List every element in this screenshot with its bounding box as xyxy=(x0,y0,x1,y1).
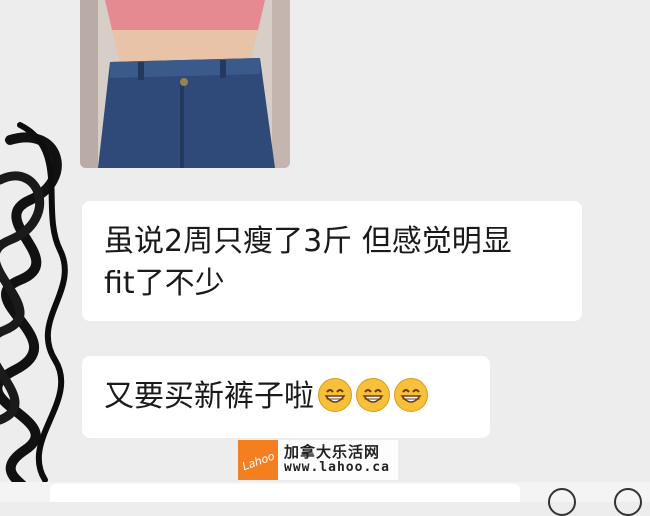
message-input[interactable] xyxy=(50,484,520,502)
chat-text-message[interactable]: 虽说2周只瘦了3斤 但感觉明显 fit了不少 xyxy=(82,201,582,321)
redacted-avatar-scribble xyxy=(0,122,68,502)
svg-text:Lahoo: Lahoo xyxy=(241,450,277,474)
grinning-face-icon xyxy=(318,377,352,412)
watermark-site-name: 加拿大乐活网 xyxy=(284,443,381,461)
emoji-button-icon[interactable] xyxy=(548,488,576,516)
chat-image-message[interactable] xyxy=(80,0,290,168)
photo-torso-jeans xyxy=(80,0,290,168)
message-line: fit了不少 xyxy=(104,266,225,301)
message-text: 又要买新裤子啦 xyxy=(104,379,314,414)
grinning-face-icon xyxy=(394,377,428,412)
lahoo-logo: Lahoo xyxy=(238,440,278,480)
chat-text-message[interactable]: 又要买新裤子啦 xyxy=(82,356,490,438)
plus-button-icon[interactable] xyxy=(614,488,642,516)
watermark-url: www.lahoo.ca xyxy=(284,460,390,475)
grinning-face-icon xyxy=(356,377,390,412)
site-watermark: Lahoo 加拿大乐活网 www.lahoo.ca xyxy=(238,440,398,480)
message-line: 虽说2周只瘦了3斤 但感觉明显 xyxy=(104,224,512,259)
